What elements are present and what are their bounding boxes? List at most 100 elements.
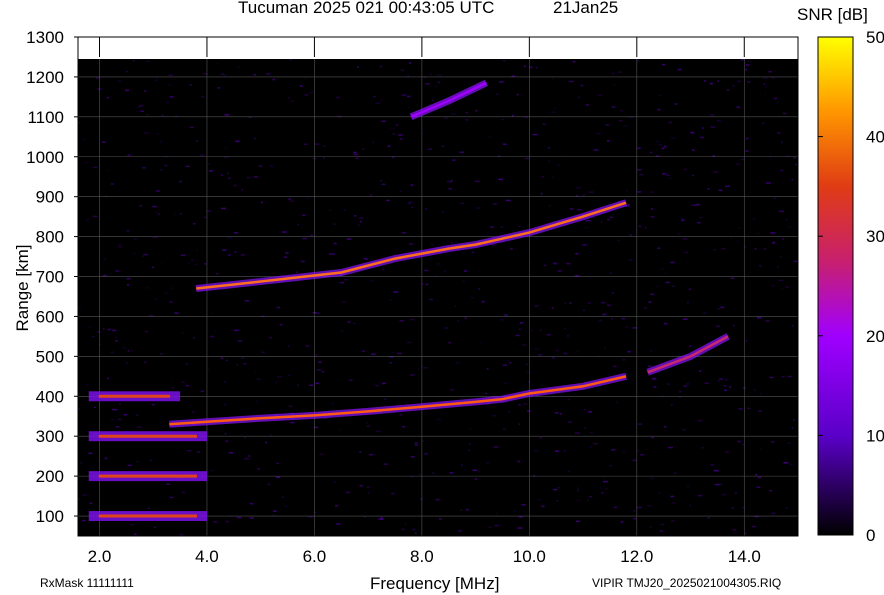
noise-speck — [335, 96, 341, 99]
noise-speck — [310, 234, 314, 237]
noise-speck — [122, 347, 127, 349]
noise-speck — [731, 507, 735, 509]
noise-speck — [474, 478, 478, 480]
noise-speck — [436, 263, 440, 265]
noise-speck — [188, 262, 190, 264]
noise-speck — [353, 151, 357, 154]
noise-speck — [482, 392, 484, 395]
noise-speck — [745, 68, 747, 71]
noise-speck — [220, 73, 224, 75]
noise-speck — [769, 376, 774, 379]
noise-speck — [632, 517, 637, 520]
noise-speck — [564, 302, 566, 304]
noise-speck — [515, 334, 520, 337]
noise-speck — [316, 369, 322, 371]
noise-speck — [225, 520, 229, 523]
noise-speck — [297, 384, 299, 387]
noise-speck — [106, 96, 110, 99]
noise-speck — [576, 487, 579, 489]
noise-speck — [486, 462, 489, 464]
noise-speck — [271, 514, 275, 516]
noise-speck — [237, 340, 242, 342]
noise-speck — [268, 336, 273, 339]
noise-speck — [721, 247, 726, 250]
y-tick-label: 100 — [36, 507, 64, 526]
noise-speck — [698, 420, 703, 422]
noise-speck — [627, 351, 631, 353]
noise-speck — [309, 91, 314, 94]
noise-speck — [552, 262, 557, 264]
noise-speck — [769, 489, 773, 492]
noise-speck — [760, 392, 762, 395]
noise-speck — [383, 398, 387, 400]
noise-speck — [754, 248, 757, 250]
noise-speck — [126, 362, 128, 364]
noise-speck — [321, 370, 325, 373]
noise-speck — [359, 485, 363, 487]
noise-speck — [629, 234, 632, 236]
colorbar-tick-label: 10 — [866, 426, 884, 445]
noise-speck — [647, 365, 653, 367]
noise-speck — [559, 413, 563, 415]
noise-speck — [119, 244, 121, 246]
colorbar-tick-label: 0 — [866, 526, 875, 545]
noise-speck — [471, 251, 475, 254]
noise-speck — [637, 423, 643, 425]
noise-speck — [152, 266, 155, 268]
noise-speck — [431, 99, 434, 102]
noise-speck — [414, 444, 418, 446]
noise-speck — [758, 410, 762, 412]
noise-speck — [146, 114, 148, 116]
noise-speck — [474, 180, 480, 183]
noise-speck — [431, 243, 435, 246]
noise-speck — [302, 214, 306, 217]
noise-speck — [160, 140, 162, 143]
noise-speck — [185, 165, 190, 168]
noise-speck — [552, 307, 554, 309]
noise-speck — [88, 326, 92, 328]
noise-speck — [625, 326, 629, 328]
noise-speck — [450, 389, 454, 391]
noise-speck — [275, 476, 281, 479]
noise-speck — [142, 167, 146, 169]
noise-speck — [612, 365, 617, 368]
noise-speck — [134, 253, 136, 255]
noise-speck — [196, 140, 198, 142]
noise-speck — [273, 510, 277, 512]
noise-speck — [482, 300, 485, 303]
noise-speck — [472, 469, 478, 471]
noise-speck — [550, 111, 556, 113]
noise-speck — [699, 216, 703, 219]
noise-speck — [174, 213, 177, 216]
noise-speck — [414, 442, 418, 444]
noise-speck — [249, 517, 254, 519]
noise-speck — [359, 152, 361, 154]
noise-speck — [785, 286, 789, 288]
noise-speck — [450, 179, 453, 182]
noise-speck — [522, 344, 527, 346]
noise-speck — [656, 285, 660, 288]
noise-speck — [400, 69, 405, 72]
noise-speck — [662, 173, 667, 175]
noise-speck — [228, 177, 231, 179]
noise-speck — [485, 392, 488, 395]
noise-speck — [380, 99, 383, 101]
noise-speck — [664, 145, 667, 148]
noise-speck — [563, 352, 568, 355]
noise-speck — [296, 271, 299, 273]
y-tick-label: 1200 — [26, 68, 64, 87]
noise-speck — [289, 59, 293, 61]
noise-speck — [287, 374, 291, 377]
y-tick-label: 800 — [36, 228, 64, 247]
noise-speck — [603, 477, 606, 480]
noise-speck — [722, 385, 727, 387]
noise-speck — [115, 270, 120, 272]
noise-speck — [376, 430, 381, 433]
noise-speck — [407, 341, 412, 344]
noise-speck — [734, 492, 737, 494]
noise-speck — [647, 505, 652, 507]
noise-speck — [713, 469, 719, 472]
noise-speck — [423, 367, 428, 369]
noise-speck — [276, 306, 280, 309]
noise-speck — [494, 524, 500, 527]
